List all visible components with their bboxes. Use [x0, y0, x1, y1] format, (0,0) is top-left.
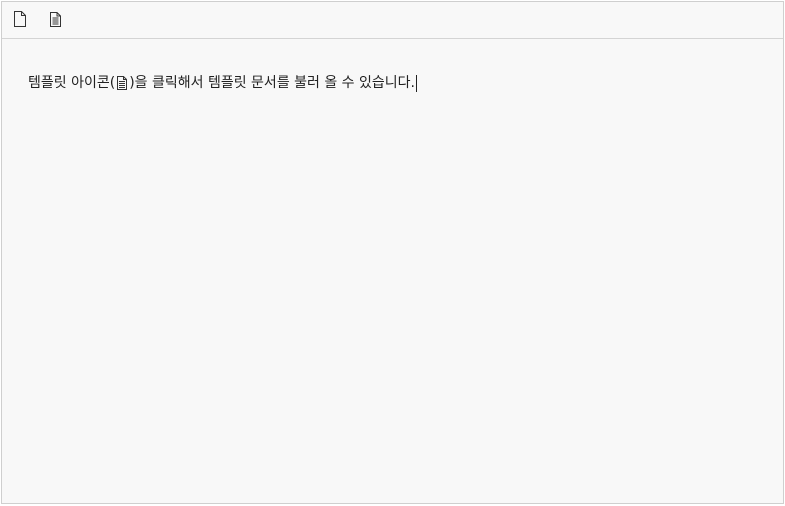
editor-frame: 템플릿 아이콘( )을 클릭해서 템플릿 문서를 불러 올 수 있습니다. — [1, 1, 784, 504]
text-caret — [416, 74, 417, 92]
paragraph: 템플릿 아이콘( )을 클릭해서 템플릿 문서를 불러 올 수 있습니다. — [28, 73, 783, 93]
document-body[interactable]: 템플릿 아이콘( )을 클릭해서 템플릿 문서를 불러 올 수 있습니다. — [2, 40, 783, 503]
inline-template-icon — [116, 75, 128, 91]
paragraph-text-end: )을 클릭해서 템플릿 문서를 불러 올 수 있습니다. — [129, 75, 415, 91]
toolbar — [2, 2, 783, 39]
paragraph-text-start: 템플릿 아이콘( — [28, 75, 116, 91]
template-button[interactable] — [44, 10, 66, 32]
template-icon — [49, 11, 62, 32]
new-document-icon — [13, 10, 27, 32]
new-document-button[interactable] — [9, 10, 31, 32]
